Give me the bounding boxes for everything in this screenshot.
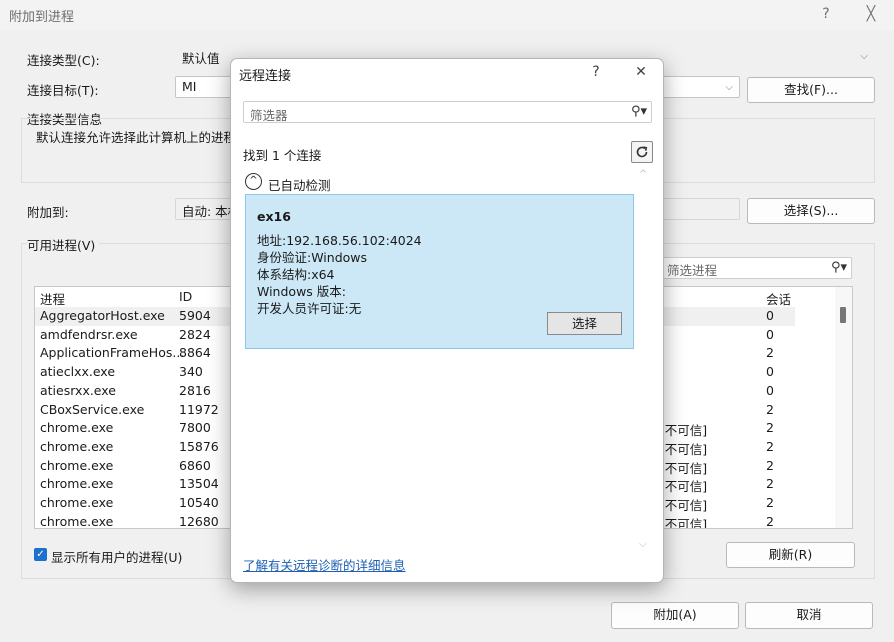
process-name-cell: chrome.exe: [40, 457, 114, 473]
scrollbar[interactable]: [835, 287, 852, 528]
dialog-title: 远程连接: [239, 69, 292, 84]
connection-target-value: MI: [182, 79, 197, 94]
process-name-cell: CBoxService.exe: [40, 401, 145, 417]
process-session-cell: 2: [766, 457, 774, 473]
close-button[interactable]: ╳: [851, 3, 891, 27]
process-session-cell: 0: [766, 308, 774, 323]
connection-name: ex16: [257, 209, 291, 224]
chevron-down-icon: ⌵: [725, 82, 733, 93]
process-id-cell: 15876: [179, 438, 219, 454]
process-id-cell: 11972: [179, 401, 219, 417]
connection-info-text: 默认连接允许选择此计算机上的进程: [36, 130, 237, 145]
process-name-cell: chrome.exe: [40, 420, 114, 436]
process-name-cell: chrome.exe: [40, 513, 114, 529]
process-id-cell: 2816: [179, 382, 211, 398]
process-name-cell: atieclxx.exe: [40, 364, 116, 380]
available-processes-label: 可用进程(V): [27, 235, 100, 254]
scroll-down-icon[interactable]: ⌵: [639, 539, 647, 550]
process-session-cell: 0: [766, 364, 774, 380]
process-session-cell: 2: [766, 345, 774, 361]
process-id-cell: 7800: [179, 420, 211, 436]
refresh-button[interactable]: 刷新(R): [726, 542, 855, 568]
refresh-icon: [636, 146, 648, 158]
process-id-cell: 5904: [179, 308, 211, 323]
process-session-cell: 2: [766, 438, 774, 454]
process-id-cell: 12680: [179, 513, 219, 529]
process-filter-input[interactable]: 筛选进程 ⚲▾: [660, 257, 852, 279]
process-session-cell: 2: [766, 420, 774, 436]
process-filter-placeholder: 筛选进程: [667, 263, 718, 278]
search-icon: ⚲▾: [830, 260, 847, 275]
attach-to-label: 附加到:: [27, 205, 69, 220]
process-session-cell: 2: [766, 513, 774, 529]
cancel-button[interactable]: 取消: [745, 602, 873, 629]
found-connections-text: 找到 1 个连接: [243, 148, 322, 163]
process-name-cell: AggregatorHost.exe: [40, 308, 165, 323]
show-all-users-checkbox[interactable]: ✓: [34, 548, 47, 561]
process-session-cell: 2: [766, 401, 774, 417]
window-title: 附加到进程: [9, 10, 75, 25]
process-id-cell: 2824: [179, 326, 211, 342]
column-header-id[interactable]: ID: [179, 289, 192, 304]
process-name-cell: chrome.exe: [40, 476, 114, 492]
show-all-users-label: 显示所有用户的进程(U): [51, 550, 183, 565]
title-bar: 附加到进程 ? ╳: [0, 0, 894, 30]
connection-type-label: 连接类型(C):: [27, 53, 100, 68]
process-name-cell: chrome.exe: [40, 495, 114, 510]
dialog-close-button[interactable]: ✕: [621, 61, 661, 85]
process-session-cell: 0: [766, 326, 774, 342]
process-session-cell: 2: [766, 495, 774, 510]
scrollbar-thumb[interactable]: [840, 307, 846, 323]
process-name-cell: amdfendrsr.exe: [40, 326, 138, 342]
column-header-session[interactable]: 会话: [766, 289, 791, 308]
connection-filter-placeholder: 筛选器: [250, 108, 288, 123]
dialog-help-button[interactable]: ?: [576, 61, 616, 85]
search-icon: ⚲▾: [630, 104, 647, 119]
find-button[interactable]: 查找(F)...: [747, 77, 875, 103]
column-header-process[interactable]: 进程: [40, 289, 65, 308]
connection-target-label: 连接目标(T):: [27, 83, 99, 98]
connection-filter-input[interactable]: 筛选器 ⚲▾: [243, 101, 652, 123]
help-button[interactable]: ?: [806, 3, 846, 27]
process-id-cell: 6860: [179, 457, 211, 473]
process-id-cell: 8864: [179, 345, 211, 361]
remote-diagnostics-help-link[interactable]: 了解有关远程诊断的详细信息: [243, 555, 406, 574]
process-id-cell: 340: [179, 364, 203, 380]
connection-card[interactable]: ex16 地址:192.168.56.102:4024 身份验证:Windows…: [245, 194, 634, 349]
refresh-connections-button[interactable]: [631, 141, 653, 163]
process-id-cell: 10540: [179, 495, 219, 510]
process-session-cell: 0: [766, 382, 774, 398]
remote-connection-dialog: 远程连接 ? ✕ 筛选器 ⚲▾ 找到 1 个连接 ^ 已自动检测 ^ ⌵ ex1…: [230, 58, 664, 583]
attach-button[interactable]: 附加(A): [611, 602, 739, 629]
connection-select-button[interactable]: 选择: [547, 312, 622, 335]
select-code-type-button[interactable]: 选择(S)...: [747, 198, 875, 224]
process-name-cell: ApplicationFrameHos...: [40, 345, 185, 361]
chevron-down-icon: ⌵: [860, 51, 868, 62]
process-id-cell: 13504: [179, 476, 219, 492]
connection-type-value: 默认值: [182, 51, 220, 66]
collapse-chevron-icon[interactable]: ^: [245, 173, 262, 190]
auto-detected-section-label[interactable]: 已自动检测: [268, 175, 331, 194]
process-name-cell: atiesrxx.exe: [40, 382, 116, 398]
process-name-cell: chrome.exe: [40, 438, 114, 454]
connection-dev-license: 开发人员许可证:无: [257, 301, 362, 316]
process-session-cell: 2: [766, 476, 774, 492]
scroll-up-icon[interactable]: ^: [639, 169, 647, 180]
